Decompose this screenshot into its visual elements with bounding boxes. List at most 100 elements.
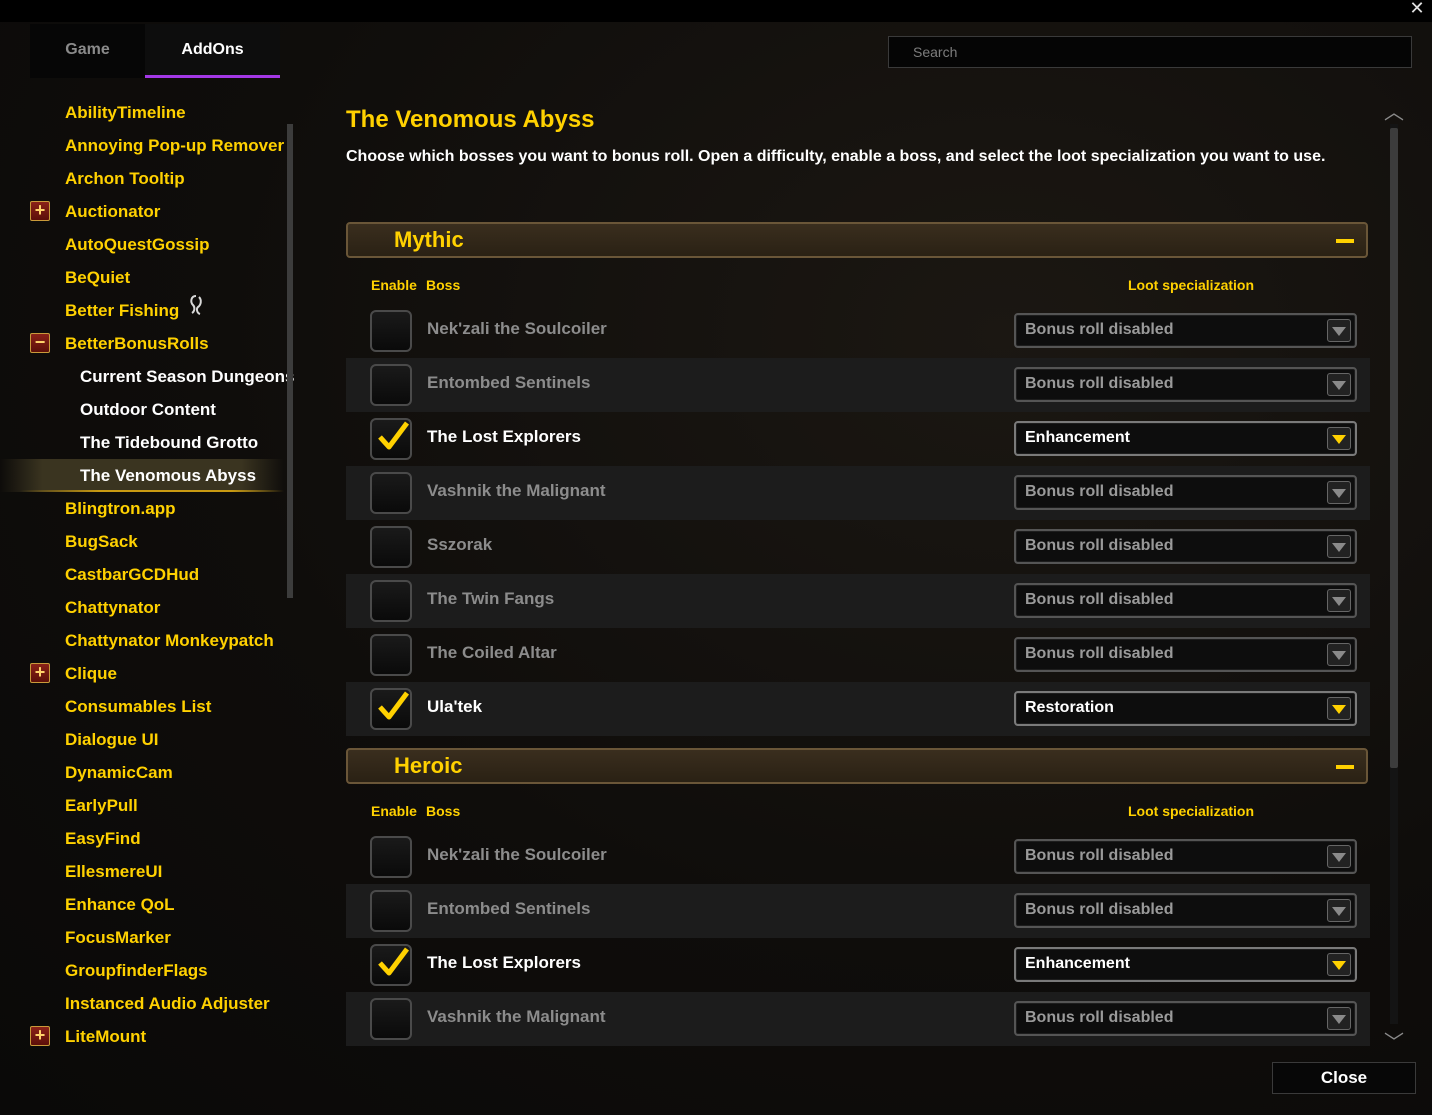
sidebar-item[interactable]: GroupfinderFlags (0, 954, 284, 987)
collapse-icon[interactable] (1336, 239, 1354, 243)
boss-row: The Twin Fangs Bonus roll disabled (346, 574, 1370, 628)
loot-spec-dropdown[interactable]: Bonus roll disabled (1014, 475, 1357, 510)
sidebar-item[interactable]: The Tidebound Grotto (0, 426, 284, 459)
loot-spec-dropdown[interactable]: Bonus roll disabled (1014, 1001, 1357, 1036)
loot-spec-dropdown[interactable]: Enhancement (1014, 421, 1357, 456)
search-input[interactable]: Search (888, 36, 1412, 68)
chevron-down-icon[interactable] (1327, 373, 1351, 396)
expand-icon[interactable]: + (30, 1026, 50, 1046)
sidebar-item[interactable]: BeQuiet (0, 261, 284, 294)
sidebar-item[interactable]: FocusMarker (0, 921, 284, 954)
enable-checkbox[interactable] (370, 418, 412, 460)
sidebar-item-label: EllesmereUI (65, 862, 163, 881)
enable-checkbox[interactable] (370, 890, 412, 932)
sidebar-item[interactable]: Annoying Pop-up Remover (0, 129, 284, 162)
boss-row: Vashnik the Malignant Bonus roll disabled (346, 466, 1370, 520)
loot-spec-dropdown[interactable]: Bonus roll disabled (1014, 313, 1357, 348)
loot-spec-value: Bonus roll disabled (1025, 847, 1174, 864)
expand-icon[interactable]: + (30, 201, 50, 221)
sidebar-item[interactable]: + LiteMount (0, 1020, 284, 1053)
chevron-down-icon[interactable] (1327, 589, 1351, 612)
boss-row: Entombed Sentinels Bonus roll disabled (346, 358, 1370, 412)
sidebar-item[interactable]: + Auctionator (0, 195, 284, 228)
enable-checkbox[interactable] (370, 836, 412, 878)
loot-spec-dropdown[interactable]: Bonus roll disabled (1014, 839, 1357, 874)
chevron-down-icon[interactable] (1327, 899, 1351, 922)
main-scrollbar-thumb[interactable] (1390, 128, 1398, 768)
sidebar-item[interactable]: Enhance QoL (0, 888, 284, 921)
boss-row: Entombed Sentinels Bonus roll disabled (346, 884, 1370, 938)
chevron-down-icon[interactable] (1327, 535, 1351, 558)
chevron-down-icon[interactable] (1327, 697, 1351, 720)
expand-icon[interactable]: + (30, 663, 50, 683)
sidebar-item[interactable]: Archon Tooltip (0, 162, 284, 195)
boss-name: Entombed Sentinels (427, 373, 591, 392)
enable-checkbox[interactable] (370, 944, 412, 986)
enable-checkbox[interactable] (370, 688, 412, 730)
enable-checkbox[interactable] (370, 634, 412, 676)
sidebar-item[interactable]: − BetterBonusRolls (0, 327, 284, 360)
sidebar-item[interactable]: Dialogue UI (0, 723, 284, 756)
chevron-down-icon[interactable] (1327, 953, 1351, 976)
loot-spec-dropdown[interactable]: Bonus roll disabled (1014, 893, 1357, 928)
sidebar-item-label: Archon Tooltip (65, 169, 185, 188)
enable-checkbox[interactable] (370, 310, 412, 352)
section-header[interactable]: Mythic (346, 222, 1368, 258)
enable-checkbox[interactable] (370, 472, 412, 514)
sidebar-item[interactable]: EasyFind (0, 822, 284, 855)
chevron-down-icon[interactable] (1327, 1007, 1351, 1030)
boss-row: Nek'zali the Soulcoiler Bonus roll disabl… (346, 304, 1370, 358)
chevron-down-icon[interactable] (1327, 481, 1351, 504)
sidebar-item[interactable]: EarlyPull (0, 789, 284, 822)
section-title: Heroic (394, 753, 463, 778)
sidebar-item[interactable]: AutoQuestGossip (0, 228, 284, 261)
sidebar-item[interactable]: AbilityTimeline (0, 96, 284, 129)
enable-checkbox[interactable] (370, 998, 412, 1040)
sidebar-item-label: The Tidebound Grotto (80, 433, 259, 452)
chevron-down-icon[interactable] (1327, 643, 1351, 666)
tab-addons[interactable]: AddOns (145, 24, 280, 78)
enable-checkbox[interactable] (370, 526, 412, 568)
chevron-down-icon[interactable] (1327, 427, 1351, 450)
collapse-icon[interactable] (1336, 765, 1354, 769)
sidebar-item[interactable]: Current Season Dungeons (0, 360, 294, 393)
sidebar-item[interactable]: EllesmereUI (0, 855, 284, 888)
sidebar-scrollbar[interactable] (287, 124, 293, 598)
sidebar-item[interactable]: DynamicCam (0, 756, 284, 789)
sidebar-item-label: Enhance QoL (65, 895, 175, 914)
chevron-down-icon[interactable] (1327, 319, 1351, 342)
column-header-loot: Loot specialization (1128, 277, 1255, 293)
sidebar-item-label: Outdoor Content (80, 400, 216, 419)
loot-spec-dropdown[interactable]: Bonus roll disabled (1014, 583, 1357, 618)
loot-spec-dropdown[interactable]: Enhancement (1014, 947, 1357, 982)
page-description: Choose which bosses you want to bonus ro… (346, 148, 1326, 165)
sidebar-item[interactable]: Blingtron.app (0, 492, 284, 525)
scroll-up-icon[interactable]: ︿ (1382, 96, 1406, 124)
sidebar-item[interactable]: Chattynator (0, 591, 284, 624)
sidebar-item[interactable]: CastbarGCDHud (0, 558, 284, 591)
loot-spec-dropdown[interactable]: Bonus roll disabled (1014, 367, 1357, 402)
chevron-down-icon[interactable] (1327, 845, 1351, 868)
sidebar-item-label: CastbarGCDHud (65, 565, 200, 584)
loot-spec-dropdown[interactable]: Bonus roll disabled (1014, 637, 1357, 672)
close-button[interactable]: Close (1272, 1062, 1416, 1094)
collapse-icon[interactable]: − (30, 333, 50, 353)
loot-spec-dropdown[interactable]: Restoration (1014, 691, 1357, 726)
sidebar-item[interactable]: Chattynator Monkeypatch (0, 624, 284, 657)
enable-checkbox[interactable] (370, 580, 412, 622)
sidebar-item[interactable]: Outdoor Content (0, 393, 284, 426)
tab-game[interactable]: Game (30, 24, 145, 78)
sidebar-item[interactable]: BugSack (0, 525, 284, 558)
sidebar-item[interactable]: Consumables List (0, 690, 284, 723)
sidebar-item[interactable]: + Clique (0, 657, 284, 690)
scroll-down-icon[interactable]: ﹀ (1382, 1026, 1406, 1054)
sidebar-item[interactable]: The Venomous Abyss (0, 459, 284, 492)
sidebar-item[interactable]: Instanced Audio Adjuster (0, 987, 284, 1020)
loot-spec-dropdown[interactable]: Bonus roll disabled (1014, 529, 1357, 564)
boss-name: The Lost Explorers (427, 427, 581, 446)
sidebar-item-label: BeQuiet (65, 268, 131, 287)
enable-checkbox[interactable] (370, 364, 412, 406)
window-close-icon[interactable]: ✕ (1406, 0, 1428, 19)
sidebar-item[interactable]: Better Fishing (0, 294, 284, 327)
section-header[interactable]: Heroic (346, 748, 1368, 784)
